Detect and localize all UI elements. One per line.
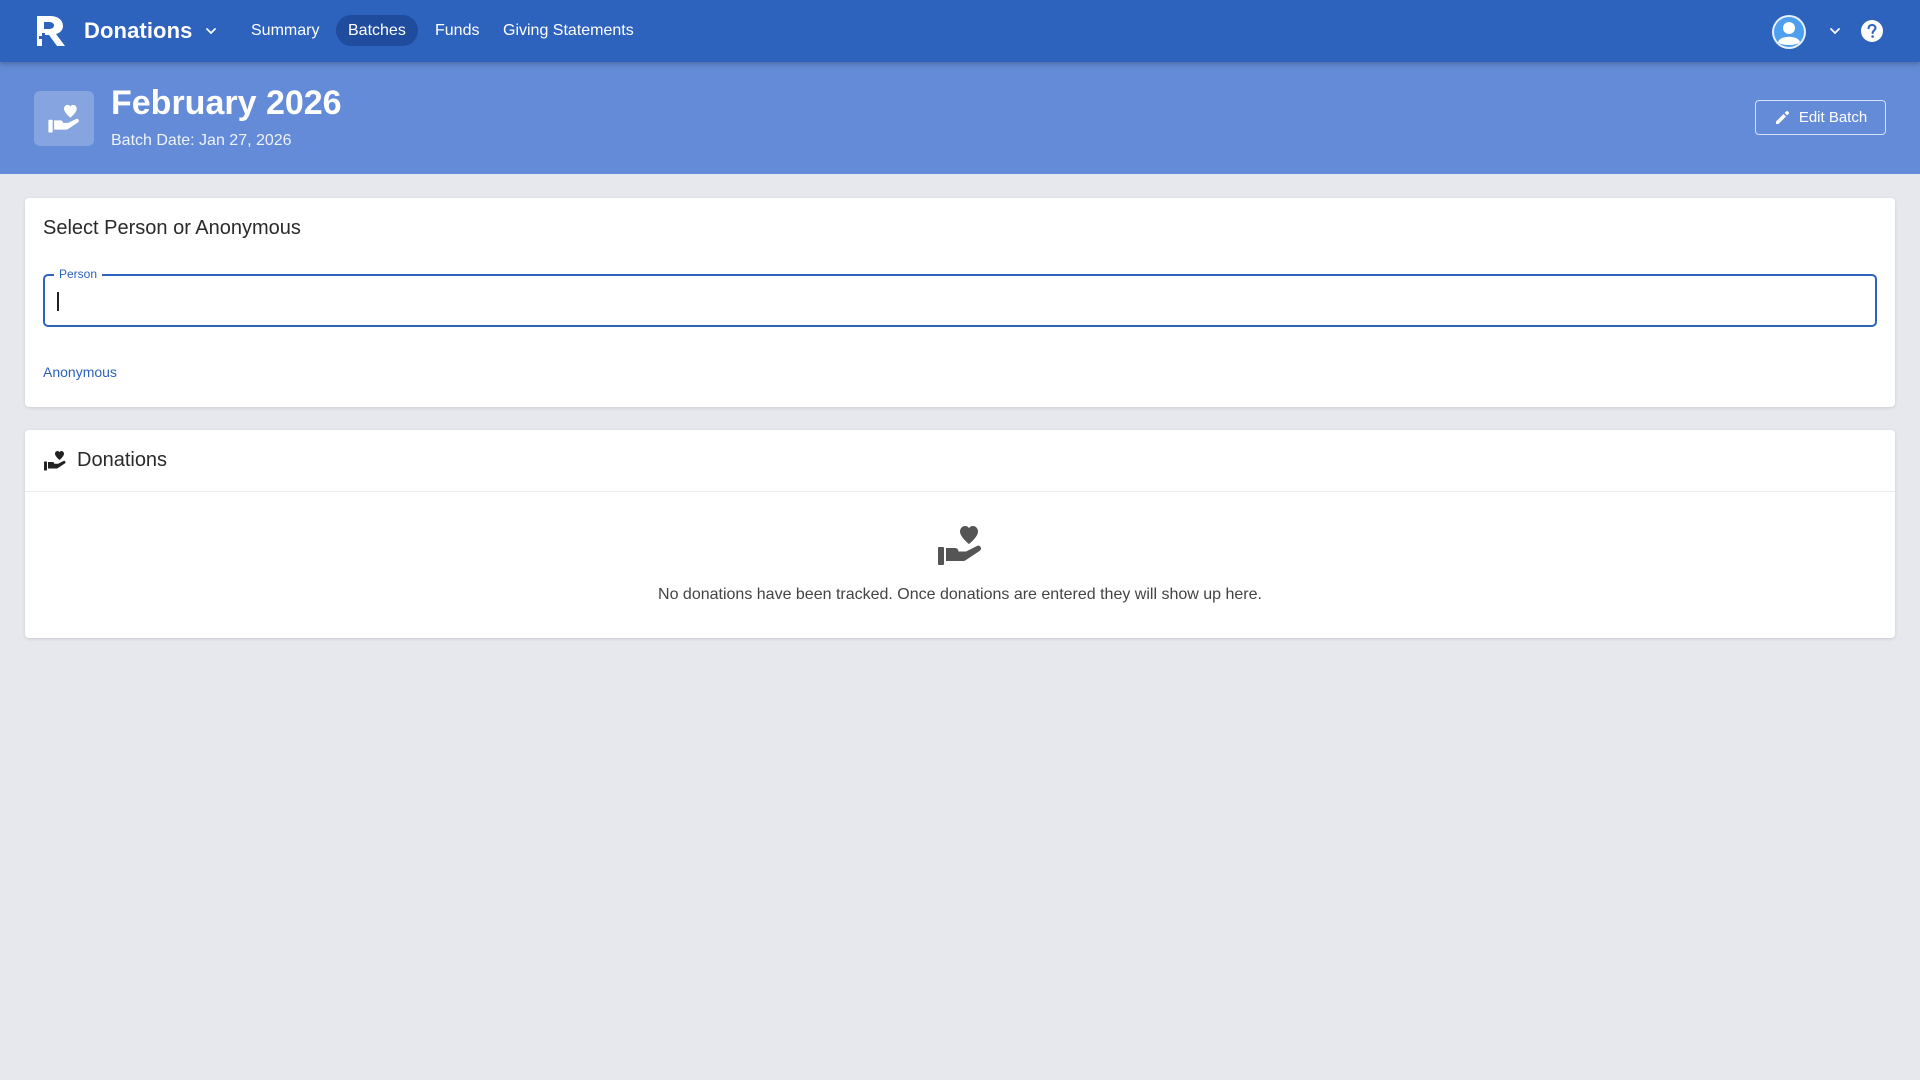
select-person-card: Select Person or Anonymous Person Anonym… [25, 198, 1895, 407]
user-avatar-icon[interactable] [1772, 15, 1806, 49]
batch-banner: February 2026 Batch Date: Jan 27, 2026 E… [0, 62, 1920, 174]
donations-card: Donations No donations have been tracked… [25, 430, 1895, 638]
tab-batches[interactable]: Batches [336, 15, 418, 46]
edit-batch-button[interactable]: Edit Batch [1755, 100, 1886, 135]
batch-title: February 2026 [111, 84, 342, 122]
person-field[interactable]: Person [43, 267, 1877, 327]
hand-heart-icon [48, 104, 79, 132]
banner-icon-box [34, 91, 94, 146]
tab-funds[interactable]: Funds [423, 15, 491, 46]
donations-title: Donations [77, 449, 168, 471]
person-field-label: Person [54, 267, 103, 281]
anonymous-link[interactable]: Anonymous [43, 364, 117, 380]
chevron-down-icon [206, 28, 217, 35]
batch-date: Batch Date: Jan 27, 2026 [111, 132, 292, 149]
app-switcher[interactable]: Donations [84, 16, 218, 46]
person-input[interactable] [55, 282, 1855, 318]
hand-heart-icon [938, 526, 981, 565]
chevron-down-icon[interactable] [1828, 24, 1842, 38]
tab-giving-statements[interactable]: Giving Statements [491, 15, 646, 46]
edit-batch-label: Edit Batch [1798, 109, 1868, 126]
select-person-title: Select Person or Anonymous [43, 217, 301, 239]
empty-state-message: No donations have been tracked. Once don… [658, 586, 1262, 603]
text-caret [57, 292, 59, 311]
pencil-icon [1775, 110, 1789, 124]
hand-heart-icon [44, 451, 66, 471]
app-title: Donations [84, 18, 193, 43]
church-logo-icon[interactable] [33, 13, 69, 49]
top-nav-bar: Donations Summary Batches Funds Giving S… [0, 0, 1920, 62]
help-icon[interactable] [1860, 19, 1884, 43]
donations-header: Donations [25, 430, 1895, 492]
tab-summary[interactable]: Summary [239, 15, 331, 46]
